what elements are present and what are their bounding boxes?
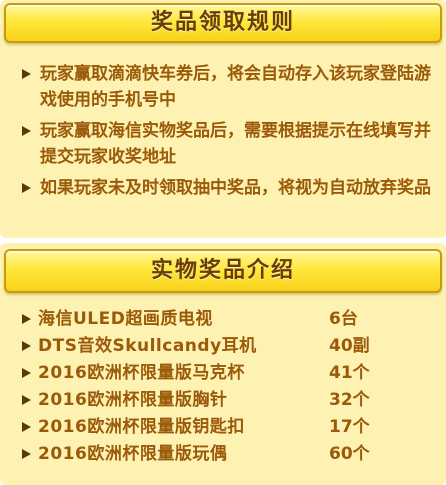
prizes-title: 实物奖品介绍 xyxy=(150,258,295,283)
prize-name: 2016欧洲杯限量版玩偶 xyxy=(38,444,228,464)
prize-quantity: 32个 xyxy=(329,390,370,410)
rule-text: 玩家赢取滴滴快车券后，将会自动存入该玩家登陆游戏使用的手机号中 xyxy=(40,64,431,110)
rule-text: 如果玩家未及时领取抽中奖品，将视为自动放弃奖品 xyxy=(40,178,431,198)
prizes-header: 实物奖品介绍 xyxy=(4,249,442,293)
prize-row: 2016欧洲杯限量版马克杯 41个 xyxy=(22,361,432,387)
bullet-triangle-icon xyxy=(22,69,31,79)
rule-item: 玩家赢取滴滴快车券后，将会自动存入该玩家登陆游戏使用的手机号中 xyxy=(22,61,432,113)
bullet-triangle-icon xyxy=(22,422,31,432)
rules-list: 玩家赢取滴滴快车券后，将会自动存入该玩家登陆游戏使用的手机号中 玩家赢取海信实物… xyxy=(22,61,432,206)
rules-title: 奖品领取规则 xyxy=(150,10,295,35)
prize-quantity: 41个 xyxy=(329,363,370,383)
prize-quantity: 6台 xyxy=(329,309,358,329)
prize-name: 2016欧洲杯限量版马克杯 xyxy=(38,363,245,383)
prize-row: 海信ULED超画质电视 6台 xyxy=(22,307,432,333)
prize-quantity: 60个 xyxy=(329,444,370,464)
rule-item: 玩家赢取海信实物奖品后，需要根据提示在线填写并提交玩家收奖地址 xyxy=(22,118,432,170)
prize-name: 海信ULED超画质电视 xyxy=(38,309,213,329)
bullet-triangle-icon xyxy=(22,183,31,193)
bullet-triangle-icon xyxy=(22,395,31,405)
prize-row: 2016欧洲杯限量版玩偶 60个 xyxy=(22,442,432,468)
bullet-triangle-icon xyxy=(22,368,31,378)
prize-name: 2016欧洲杯限量版胸针 xyxy=(38,390,228,410)
prize-row: 2016欧洲杯限量版胸针 32个 xyxy=(22,388,432,414)
rules-header: 奖品领取规则 xyxy=(4,3,442,43)
prize-row: 2016欧洲杯限量版钥匙扣 17个 xyxy=(22,415,432,441)
rule-item: 如果玩家未及时领取抽中奖品，将视为自动放弃奖品 xyxy=(22,175,432,201)
bullet-triangle-icon xyxy=(22,314,31,324)
prize-quantity: 40副 xyxy=(329,336,370,356)
rules-panel: 奖品领取规则 玩家赢取滴滴快车券后，将会自动存入该玩家登陆游戏使用的手机号中 玩… xyxy=(0,0,446,238)
rule-text: 玩家赢取海信实物奖品后，需要根据提示在线填写并提交玩家收奖地址 xyxy=(40,121,431,167)
prize-name: DTS音效Skullcandy耳机 xyxy=(38,336,257,356)
prize-row: DTS音效Skullcandy耳机 40副 xyxy=(22,334,432,360)
bullet-triangle-icon xyxy=(22,126,31,136)
bullet-triangle-icon xyxy=(22,341,31,351)
prize-name: 2016欧洲杯限量版钥匙扣 xyxy=(38,417,245,437)
prize-quantity: 17个 xyxy=(329,417,370,437)
bullet-triangle-icon xyxy=(22,449,31,459)
